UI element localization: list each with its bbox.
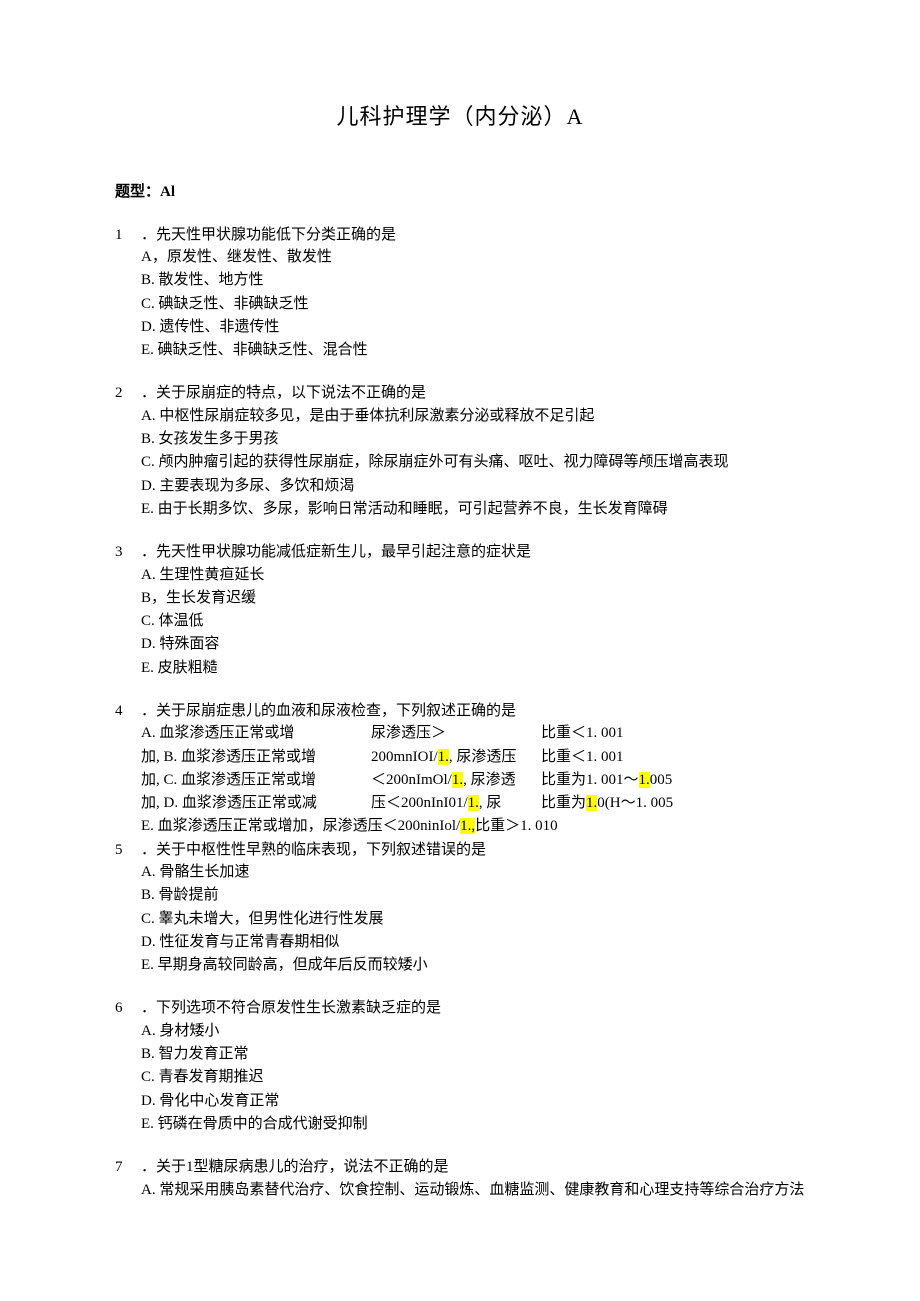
option-b: B. 骨龄提前 bbox=[141, 884, 805, 907]
question-1: 1 ．先天性甲状腺功能低下分类正确的是 A，原发性、继发性、散发性 B. 散发性… bbox=[115, 224, 805, 363]
highlight: 1., bbox=[460, 818, 475, 834]
option-c: C. 碘缺乏性、非碘缺乏性 bbox=[141, 293, 805, 316]
option-d: D. 遗传性、非遗传性 bbox=[141, 316, 805, 339]
question-number: 2 bbox=[115, 382, 141, 405]
option-b: B. 散发性、地方性 bbox=[141, 269, 805, 292]
page-title: 儿科护理学（内分泌）A bbox=[115, 100, 805, 133]
option-c: C. 青春发育期推迟 bbox=[141, 1066, 805, 1089]
question-stem: ．关于中枢性性早熟的临床表现，下列叙述错误的是 bbox=[141, 839, 805, 862]
option-e: E. 早期身高较同龄高，但成年后反而较矮小 bbox=[141, 954, 805, 977]
option-d: D. 骨化中心发育正常 bbox=[141, 1090, 805, 1113]
cell: 加, B. 血浆渗透压正常或增 bbox=[141, 746, 371, 769]
option-d: D. 性征发育与正常青春期相似 bbox=[141, 931, 805, 954]
option-table: A. 血浆渗透压正常或增 尿渗透压＞ 比重＜1. 001 加, B. 血浆渗透压… bbox=[115, 722, 805, 815]
question-stem: ．关于尿崩症患儿的血液和尿液检查，下列叙述正确的是 bbox=[141, 700, 805, 723]
option-a: A. 生理性黄疸延长 bbox=[141, 564, 805, 587]
cell: 加, D. 血浆渗透压正常或减 bbox=[141, 792, 371, 815]
question-number: 5 bbox=[115, 839, 141, 862]
option-c: C. 体温低 bbox=[141, 610, 805, 633]
option-a: A. 中枢性尿崩症较多见，是由于垂体抗利尿激素分泌或释放不足引起 bbox=[141, 405, 805, 428]
option-a: A. 骨骼生长加速 bbox=[141, 861, 805, 884]
option-e: E. 碘缺乏性、非碘缺乏性、混合性 bbox=[141, 339, 805, 362]
option-a: A，原发性、继发性、散发性 bbox=[141, 246, 805, 269]
option-c: C. 颅内肿瘤引起的获得性尿崩症，除尿崩症外可有头痛、呕吐、视力障碍等颅压增高表… bbox=[141, 451, 805, 474]
highlight: 1. bbox=[438, 749, 449, 765]
highlight: 1. bbox=[639, 772, 650, 788]
question-stem: ．关于尿崩症的特点，以下说法不正确的是 bbox=[141, 382, 805, 405]
option-e: E. 由于长期多饮、多尿，影响日常活动和睡眠，可引起营养不良，生长发育障碍 bbox=[141, 498, 805, 521]
option-e: E. 皮肤粗糙 bbox=[141, 657, 805, 680]
cell: 加, C. 血浆渗透压正常或增 bbox=[141, 769, 371, 792]
question-stem: ．先天性甲状腺功能低下分类正确的是 bbox=[141, 224, 805, 247]
option-b: B，生长发育迟缓 bbox=[141, 587, 805, 610]
option-b: B. 智力发育正常 bbox=[141, 1043, 805, 1066]
highlight: 1. bbox=[586, 795, 597, 811]
cell: A. 血浆渗透压正常或增 bbox=[141, 722, 371, 745]
cell: 比重为1.0(H～1. 005 bbox=[541, 792, 805, 815]
question-2: 2 ．关于尿崩症的特点，以下说法不正确的是 A. 中枢性尿崩症较多见，是由于垂体… bbox=[115, 382, 805, 521]
question-number: 3 bbox=[115, 541, 141, 564]
highlight: 1. bbox=[452, 772, 463, 788]
option-e: E. 钙磷在骨质中的合成代谢受抑制 bbox=[141, 1113, 805, 1136]
option-b: B. 女孩发生多于男孩 bbox=[141, 428, 805, 451]
option-e: E. 血浆渗透压正常或增加，尿渗透压＜200ninIol/1.,比重＞1. 01… bbox=[141, 815, 805, 838]
question-5: 5 ．关于中枢性性早熟的临床表现，下列叙述错误的是 A. 骨骼生长加速 B. 骨… bbox=[115, 839, 805, 978]
question-7: 7 ．关于1型糖尿病患儿的治疗，说法不正确的是 A. 常规采用胰岛素替代治疗、饮… bbox=[115, 1156, 805, 1202]
option-d: D. 特殊面容 bbox=[141, 633, 805, 656]
cell: 200mnIOI/1., 尿渗透压 bbox=[371, 746, 541, 769]
option-c: C. 睾丸未增大，但男性化进行性发展 bbox=[141, 908, 805, 931]
question-number: 7 bbox=[115, 1156, 141, 1179]
question-number: 6 bbox=[115, 997, 141, 1020]
highlight: 1. bbox=[468, 795, 479, 811]
question-6: 6 ．下列选项不符合原发性生长激素缺乏症的是 A. 身材矮小 B. 智力发育正常… bbox=[115, 997, 805, 1136]
option-d: D. 主要表现为多尿、多饮和烦渴 bbox=[141, 475, 805, 498]
cell: 比重＜1. 001 bbox=[541, 722, 805, 745]
option-a: A. 常规采用胰岛素替代治疗、饮食控制、运动锻炼、血糖监测、健康教育和心理支持等… bbox=[141, 1179, 805, 1202]
question-number: 1 bbox=[115, 224, 141, 247]
section-label: 题型：Al bbox=[115, 181, 805, 204]
cell: 比重＜1. 001 bbox=[541, 746, 805, 769]
question-stem: ．下列选项不符合原发性生长激素缺乏症的是 bbox=[141, 997, 805, 1020]
option-a: A. 身材矮小 bbox=[141, 1020, 805, 1043]
question-3: 3 ．先天性甲状腺功能减低症新生儿，最早引起注意的症状是 A. 生理性黄疸延长 … bbox=[115, 541, 805, 680]
question-4: 4 ．关于尿崩症患儿的血液和尿液检查，下列叙述正确的是 A. 血浆渗透压正常或增… bbox=[115, 700, 805, 839]
cell: 比重为1. 001～1.005 bbox=[541, 769, 805, 792]
question-stem: ．关于1型糖尿病患儿的治疗，说法不正确的是 bbox=[141, 1156, 805, 1179]
cell: ＜200nImOl/1., 尿渗透 bbox=[371, 769, 541, 792]
cell: 尿渗透压＞ bbox=[371, 722, 541, 745]
question-stem: ．先天性甲状腺功能减低症新生儿，最早引起注意的症状是 bbox=[141, 541, 805, 564]
question-number: 4 bbox=[115, 700, 141, 723]
cell: 压＜200nInI01/1., 尿 bbox=[371, 792, 541, 815]
